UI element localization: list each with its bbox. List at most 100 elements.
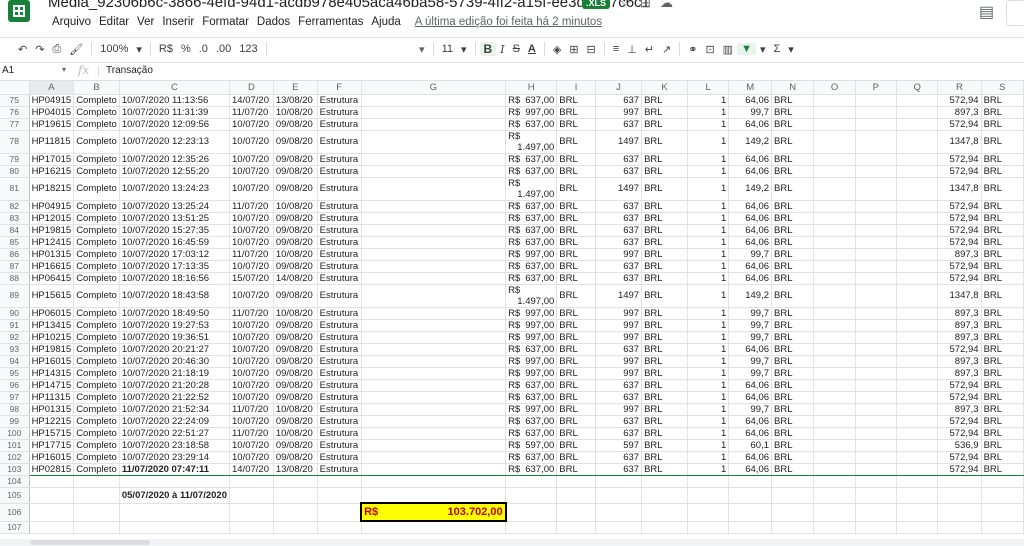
- cell[interactable]: [813, 379, 856, 392]
- cell[interactable]: [855, 153, 898, 166]
- cell-transaction-id[interactable]: HP16015: [29, 451, 75, 464]
- cell-currency[interactable]: BRL: [981, 319, 1024, 332]
- cell[interactable]: [641, 521, 689, 534]
- cell-fee[interactable]: 64,06: [728, 212, 773, 225]
- cell[interactable]: [896, 415, 939, 428]
- cell-currency[interactable]: BRL: [771, 403, 815, 416]
- cell[interactable]: [556, 521, 596, 534]
- comment-icon[interactable]: ▤: [979, 2, 994, 22]
- cell-currency[interactable]: BRL: [981, 153, 1024, 166]
- cell-payment-type[interactable]: Estrutura: [317, 451, 362, 464]
- cell-fee[interactable]: 99,7: [728, 106, 773, 119]
- cell[interactable]: [813, 94, 856, 107]
- cell[interactable]: [896, 403, 939, 416]
- cell[interactable]: [896, 503, 939, 522]
- cell-currency[interactable]: BRL: [981, 403, 1024, 416]
- formula-input[interactable]: Transação: [106, 65, 153, 76]
- cell-currency[interactable]: BRL: [641, 367, 689, 380]
- cell-due-date[interactable]: 14/08/20: [273, 272, 318, 285]
- cell-price[interactable]: R$ 997,00: [505, 106, 558, 119]
- cell-status[interactable]: Completo: [73, 319, 120, 332]
- cell[interactable]: [813, 331, 856, 344]
- cell-purchase-date[interactable]: 10/07/2020 21:52:34: [119, 403, 231, 416]
- cell-currency[interactable]: BRL: [641, 415, 689, 428]
- column-header-q[interactable]: Q: [896, 81, 939, 95]
- cell-confirm-date[interactable]: 15/07/20: [229, 272, 274, 285]
- cell-payment-type[interactable]: Estrutura: [317, 415, 362, 428]
- cell[interactable]: [896, 260, 939, 273]
- cell[interactable]: [937, 521, 982, 534]
- cell-transaction-id[interactable]: HP12215: [29, 415, 75, 428]
- cell[interactable]: [855, 260, 898, 273]
- cell-transaction-id[interactable]: HP06415: [29, 272, 75, 285]
- cell-confirm-date[interactable]: 14/07/20: [229, 463, 274, 476]
- cell-status[interactable]: Completo: [73, 236, 120, 249]
- cell-quantity[interactable]: 1: [687, 463, 730, 476]
- cell[interactable]: [273, 521, 318, 534]
- cell-currency[interactable]: BRL: [641, 165, 689, 178]
- cell-confirm-date[interactable]: 11/07/20: [229, 106, 274, 119]
- cell[interactable]: [119, 475, 231, 488]
- print-icon[interactable]: ⎙: [48, 43, 65, 56]
- cell-currency[interactable]: BRL: [556, 415, 596, 428]
- cell[interactable]: [896, 177, 939, 201]
- cell[interactable]: [361, 475, 507, 488]
- cell-confirm-date[interactable]: 10/07/20: [229, 212, 274, 225]
- cell-transaction-id[interactable]: HP06015: [29, 307, 75, 320]
- cell[interactable]: [896, 451, 939, 464]
- cell[interactable]: [595, 487, 643, 504]
- cell-payment-type[interactable]: Estrutura: [317, 165, 362, 178]
- column-header-k[interactable]: K: [641, 81, 689, 95]
- insert-comment-icon[interactable]: ⊡: [701, 43, 718, 56]
- cell-payment-type[interactable]: Estrutura: [317, 106, 362, 119]
- cell-currency[interactable]: BRL: [641, 130, 689, 154]
- cell-currency[interactable]: BRL: [556, 463, 596, 476]
- cell-payment-type[interactable]: Estrutura: [317, 403, 362, 416]
- cell[interactable]: [771, 487, 815, 504]
- cell-currency[interactable]: BRL: [771, 248, 815, 261]
- cell-currency[interactable]: BRL: [771, 272, 815, 285]
- cell-confirm-date[interactable]: 10/07/20: [229, 177, 274, 201]
- borders-icon[interactable]: ⊞: [565, 43, 582, 56]
- cell[interactable]: [813, 236, 856, 249]
- cell-price[interactable]: R$ 1.497,00: [505, 284, 558, 308]
- cell-net-value[interactable]: 572,94: [937, 118, 982, 131]
- cell-currency[interactable]: BRL: [556, 165, 596, 178]
- cell-net-value[interactable]: 897,3: [937, 319, 982, 332]
- row-header[interactable]: 91: [0, 319, 30, 332]
- cell-currency[interactable]: BRL: [641, 391, 689, 404]
- strikethrough-button[interactable]: S: [509, 43, 524, 55]
- cell-fee[interactable]: 99,7: [728, 355, 773, 368]
- cell-net-value[interactable]: 572,94: [937, 212, 982, 225]
- cell-net-value[interactable]: 536,9: [937, 439, 982, 452]
- cell-net-value[interactable]: 572,94: [937, 165, 982, 178]
- cell-value[interactable]: 637: [595, 427, 643, 440]
- cell-currency-symbol[interactable]: [361, 248, 507, 261]
- cell[interactable]: [687, 503, 730, 522]
- cell[interactable]: [855, 319, 898, 332]
- cell-currency[interactable]: BRL: [641, 427, 689, 440]
- cell[interactable]: [896, 307, 939, 320]
- cell-quantity[interactable]: 1: [687, 403, 730, 416]
- cell[interactable]: [361, 487, 507, 504]
- cell-currency[interactable]: BRL: [771, 130, 815, 154]
- cell[interactable]: [813, 260, 856, 273]
- cell-payment-type[interactable]: Estrutura: [317, 236, 362, 249]
- cell-currency[interactable]: BRL: [771, 153, 815, 166]
- cell-fee[interactable]: 64,06: [728, 94, 773, 107]
- cell-net-value[interactable]: 572,94: [937, 451, 982, 464]
- cell-price[interactable]: R$ 997,00: [505, 403, 558, 416]
- cell-currency[interactable]: BRL: [981, 248, 1024, 261]
- cell-price[interactable]: R$ 997,00: [505, 307, 558, 320]
- row-header[interactable]: 96: [0, 379, 30, 392]
- cell[interactable]: [556, 503, 596, 522]
- cell-fee[interactable]: 64,06: [728, 463, 773, 476]
- cell-currency[interactable]: BRL: [771, 284, 815, 308]
- cell-net-value[interactable]: 572,94: [937, 260, 982, 273]
- cell[interactable]: [119, 521, 231, 534]
- cell-currency[interactable]: BRL: [771, 200, 815, 213]
- cell-value[interactable]: 637: [595, 379, 643, 392]
- row-header[interactable]: 90: [0, 307, 30, 320]
- cell-currency-symbol[interactable]: [361, 415, 507, 428]
- cell-due-date[interactable]: 09/08/20: [273, 236, 318, 249]
